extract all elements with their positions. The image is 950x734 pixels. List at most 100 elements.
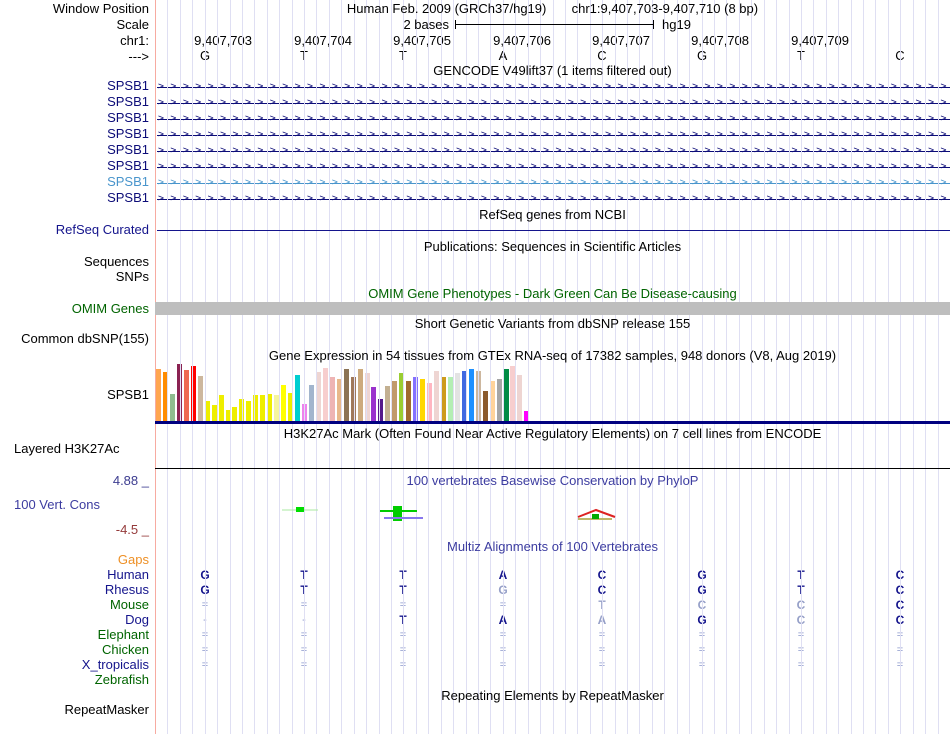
grid-line [664,0,665,734]
track-label-repeatmasker[interactable]: RepeatMasker [0,703,149,717]
gene-label-spsb1[interactable]: SPSB1 [0,191,149,205]
grid-line [789,0,790,734]
gtex-bar [330,377,335,421]
grid-line [764,0,765,734]
grid-line [403,0,404,734]
gene-label-spsb1[interactable]: SPSB1 [0,159,149,173]
position-tick-label: 9,407,704 [294,33,352,48]
grid-line [938,0,939,734]
grid-line [428,0,429,734]
gene-direction-arrows: >>>>>>>>>>>>>>>>>>>>>>>>>>>>>>>>>>>>>>>>… [158,177,950,188]
gene-direction-arrows: >>>>>>>>>>>>>>>>>>>>>>>>>>>>>>>>>>>>>>>>… [158,113,950,124]
species-label-x_tropicalis[interactable]: X_tropicalis [0,658,149,672]
species-label-rhesus[interactable]: Rhesus [0,583,149,597]
assembly-label: Human Feb. 2009 (GRCh37/hg19) [346,1,547,16]
species-label-dog[interactable]: Dog [0,613,149,627]
grid-line [851,0,852,734]
grid-line [416,0,417,734]
species-label-zebrafish[interactable]: Zebrafish [0,673,149,687]
species-label-chicken[interactable]: Chicken [0,643,149,657]
grid-line [590,0,591,734]
gtex-bar [434,371,439,421]
gtex-bar [344,369,349,421]
gtex-bar [392,381,397,421]
grid-line [167,0,168,734]
scale-bar-left-tick [455,20,456,29]
track-label-omim-genes[interactable]: OMIM Genes [0,302,149,316]
track-title-publications[interactable]: Publications: Sequences in Scientific Ar… [155,240,950,254]
grid-line [441,0,442,734]
scale-bar-right-tick [653,20,654,29]
gene-direction-arrows: >>>>>>>>>>>>>>>>>>>>>>>>>>>>>>>>>>>>>>>>… [158,97,950,108]
gene-direction-arrows: >>>>>>>>>>>>>>>>>>>>>>>>>>>>>>>>>>>>>>>>… [158,193,950,204]
grid-line [366,0,367,734]
grid-line [354,0,355,734]
grid-line [838,0,839,734]
gtex-baseline [155,421,950,424]
track-title-repeatmasker[interactable]: Repeating Elements by RepeatMasker [155,689,950,703]
track-left-boundary [155,0,156,734]
grid-line [751,0,752,734]
gtex-bar [323,368,328,421]
gtex-bar [406,381,411,421]
track-title-multiz[interactable]: Multiz Alignments of 100 Vertebrates [155,540,950,554]
gene-label-spsb1[interactable]: SPSB1 [0,143,149,157]
gtex-bar [309,385,314,421]
grid-line [316,0,317,734]
track-title-gencode[interactable]: GENCODE V49lift37 (1 items filtered out) [155,64,950,78]
grid-line [875,0,876,734]
phylop-mark-shape [577,508,616,518]
grid-line [900,0,901,734]
grid-line [528,0,529,734]
species-label-human[interactable]: Human [0,568,149,582]
phylop-max-label: 4.88 _ [112,473,149,488]
gene-label-spsb1[interactable]: SPSB1 [0,175,149,189]
scale-bar [455,24,654,25]
grid-line [329,0,330,734]
gene-label-spsb1[interactable]: SPSB1 [0,111,149,125]
grid-line [503,0,504,734]
grid-line [565,0,566,734]
grid-line [292,0,293,734]
h3k27ac-baseline [155,468,950,469]
grid-line [813,0,814,734]
track-title-h3k27ac[interactable]: H3K27Ac Mark (Often Found Near Active Re… [155,427,950,441]
gtex-bar-chart[interactable] [155,360,533,421]
track-title-refseq[interactable]: RefSeq genes from NCBI [155,208,950,222]
grid-line [478,0,479,734]
refseq-curated-line[interactable] [157,230,950,231]
species-label-elephant[interactable]: Elephant [0,628,149,642]
grid-line [925,0,926,734]
species-label-mouse[interactable]: Mouse [0,598,149,612]
grid-line [739,0,740,734]
track-label-common-dbsnp[interactable]: Common dbSNP(155) [0,332,149,346]
track-label-gaps[interactable]: Gaps [0,553,149,567]
gtex-bar [198,376,203,421]
grid-line [826,0,827,734]
grid-line [801,0,802,734]
track-label-gtex-spsb1[interactable]: SPSB1 [0,388,149,402]
track-title-omim[interactable]: OMIM Gene Phenotypes - Dark Green Can Be… [155,287,950,301]
gene-label-spsb1[interactable]: SPSB1 [0,127,149,141]
omim-genes-bar[interactable] [155,302,950,315]
grid-line [714,0,715,734]
gene-label-spsb1[interactable]: SPSB1 [0,95,149,109]
range-label: chr1:9,407,703-9,407,710 (8 bp) [571,1,759,16]
track-title-phylop[interactable]: 100 vertebrates Basewise Conservation by… [155,474,950,488]
grid-line [490,0,491,734]
chrom-label: chr1: [120,33,149,48]
grid-line [615,0,616,734]
track-title-dbsnp[interactable]: Short Genetic Variants from dbSNP releas… [155,317,950,331]
grid-line [553,0,554,734]
gtex-bar [156,369,161,421]
track-label-refseq-curated[interactable]: RefSeq Curated [0,223,149,237]
track-title-gtex[interactable]: Gene Expression in 54 tissues from GTEx … [155,349,950,363]
track-label-snps[interactable]: SNPs [0,270,149,284]
track-label-sequences[interactable]: Sequences [0,255,149,269]
track-label-100-vert-cons[interactable]: 100 Vert. Cons [14,498,100,512]
grid-line [279,0,280,734]
gtex-bar [469,369,474,421]
track-label-layered-h3k27ac[interactable]: Layered H3K27Ac [14,442,120,456]
gene-label-spsb1[interactable]: SPSB1 [0,79,149,93]
grid-line [230,0,231,734]
